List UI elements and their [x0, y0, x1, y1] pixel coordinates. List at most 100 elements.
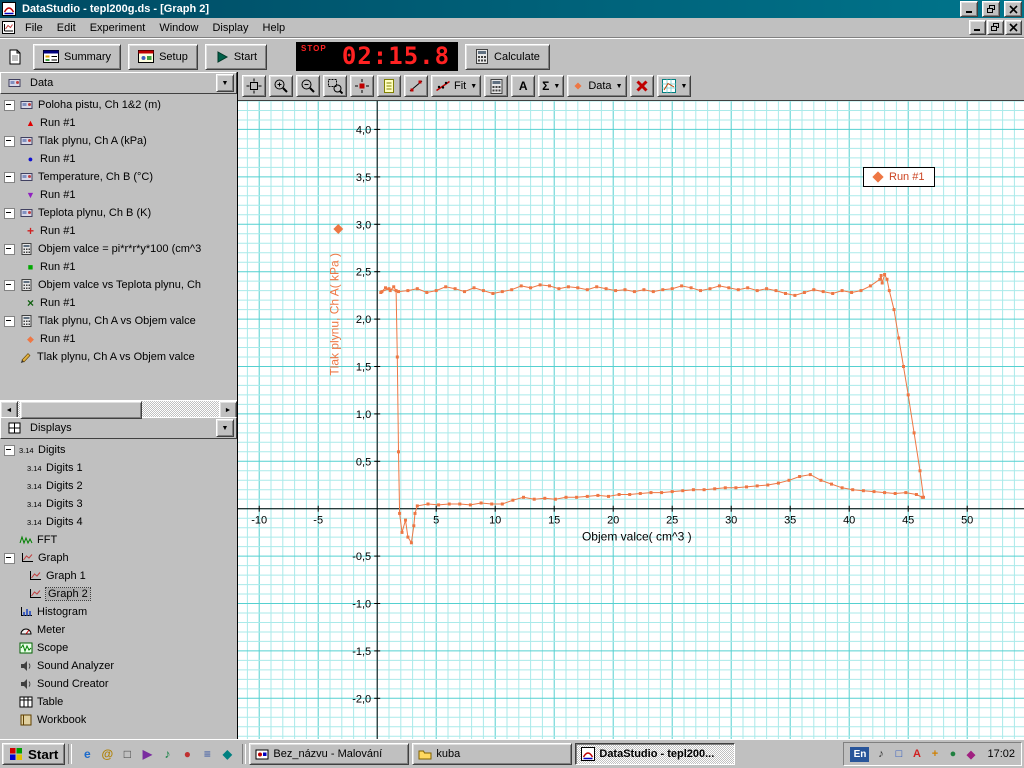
mail-icon[interactable]: @ [98, 745, 116, 763]
expand-collapse-box[interactable] [4, 552, 15, 564]
scrollbar-track[interactable] [18, 401, 219, 419]
display-type-item[interactable]: 3.14 Digits [0, 441, 237, 459]
expand-collapse-box[interactable] [4, 315, 15, 327]
menu-help[interactable]: Help [256, 20, 293, 36]
display-item[interactable]: 3.14 Digits 4 [0, 513, 237, 531]
display-type-item[interactable]: Graph [0, 549, 237, 567]
data-menu-button[interactable]: Data ▼ [567, 75, 627, 97]
zoom-out-button[interactable] [296, 75, 320, 97]
slope-tool-button[interactable] [404, 75, 428, 97]
note-tool-button[interactable] [377, 75, 401, 97]
scrollbar-thumb[interactable] [20, 401, 142, 419]
smart-tool-button[interactable] [350, 75, 374, 97]
minimize-button[interactable] [960, 1, 978, 17]
data-source-item[interactable]: Tlak plynu, Ch A vs Objem valce [0, 348, 237, 366]
display-item[interactable]: 3.14 Digits 1 [0, 459, 237, 477]
run-item[interactable]: + Run #1 [0, 222, 237, 240]
summary-button[interactable]: Summary [33, 43, 122, 70]
close-button[interactable] [1004, 1, 1022, 17]
data-panel-dropdown-button[interactable]: ▼ [216, 74, 234, 92]
data-source-item[interactable]: Tlak plynu, Ch A (kPa) [0, 132, 237, 150]
taskbar-clock[interactable]: 17:02 [982, 748, 1015, 760]
legend-run-label: Run #1 [889, 171, 925, 183]
task-datastudio[interactable]: DataStudio - tepl200... [575, 743, 736, 765]
expand-collapse-box[interactable] [4, 99, 15, 111]
fit-menu-button[interactable]: Fit ▼ [431, 75, 482, 97]
legend[interactable]: Run #1 [863, 167, 936, 187]
tools-icon[interactable]: ◆ [218, 745, 236, 763]
svg-text:3,5: 3,5 [356, 172, 371, 184]
display-type-item[interactable]: Workbook [0, 711, 237, 729]
expand-collapse-box[interactable] [4, 171, 15, 183]
display-item[interactable]: 3.14 Digits 3 [0, 495, 237, 513]
network-icon[interactable]: ● [945, 747, 960, 762]
zoom-select-button[interactable] [323, 75, 347, 97]
zoom-in-button[interactable] [269, 75, 293, 97]
task-paint[interactable]: Bez_názvu - Malování [249, 743, 410, 765]
restore-button[interactable] [982, 1, 1000, 17]
run-item[interactable]: ▼ Run #1 [0, 186, 237, 204]
delete-button[interactable] [629, 75, 654, 97]
menu-edit[interactable]: Edit [50, 20, 83, 36]
task-folder-kuba[interactable]: kuba [412, 743, 573, 765]
statistics-menu-button[interactable]: Σ ▼ [538, 75, 565, 97]
expand-collapse-box[interactable] [4, 279, 15, 291]
calculator-tool-button[interactable] [484, 75, 509, 97]
expand-collapse-box[interactable] [4, 243, 15, 255]
expand-collapse-box[interactable] [4, 207, 15, 219]
data-source-item[interactable]: Objem valce = pi*r*r*y*100 (cm^3 [0, 240, 237, 258]
internet-explorer-icon[interactable]: e [78, 745, 96, 763]
document-icon[interactable]: ≡ [198, 745, 216, 763]
scale-to-fit-button[interactable] [242, 75, 266, 97]
data-source-item[interactable]: Tlak plynu, Ch A vs Objem valce [0, 312, 237, 330]
setup-button[interactable]: Setup [128, 43, 198, 70]
menu-file[interactable]: File [18, 20, 50, 36]
display-item[interactable]: 3.14 Digits 2 [0, 477, 237, 495]
display-type-item[interactable]: Sound Creator [0, 675, 237, 693]
mdi-minimize-button[interactable] [969, 20, 986, 35]
display-icon[interactable]: □ [891, 747, 906, 762]
data-source-item[interactable]: Objem valce vs Teplota plynu, Ch [0, 276, 237, 294]
show-desktop-icon[interactable]: □ [118, 745, 136, 763]
graph-settings-button[interactable]: ▼ [656, 75, 692, 97]
start-menu-button[interactable]: Start [2, 743, 66, 765]
browser-icon[interactable]: ● [178, 745, 196, 763]
menu-window[interactable]: Window [152, 20, 205, 36]
mdi-restore-button[interactable] [987, 20, 1004, 35]
display-type-item[interactable]: Scope [0, 639, 237, 657]
run-item[interactable]: ■ Run #1 [0, 258, 237, 276]
scheduler-icon[interactable]: + [927, 747, 942, 762]
calculate-button[interactable]: Calculate [465, 43, 550, 70]
keyboard-language-indicator[interactable]: En [850, 746, 870, 762]
display-item[interactable]: Graph 2 [0, 585, 237, 603]
displays-panel-dropdown-button[interactable]: ▼ [216, 419, 234, 437]
display-type-item[interactable]: Histogram [0, 603, 237, 621]
data-source-item[interactable]: Poloha pistu, Ch 1&2 (m) [0, 96, 237, 114]
display-type-item[interactable]: Table [0, 693, 237, 711]
run-item[interactable]: × Run #1 [0, 294, 237, 312]
display-type-item[interactable]: Sound Analyzer [0, 657, 237, 675]
graph-plot-area[interactable]: -10 -5 5 10 15 20 25 30 35 40 45 50 -2,0 -1,5 -1,0 -0,5… [238, 101, 1024, 740]
antivirus-icon[interactable]: A [909, 747, 924, 762]
expand-collapse-box[interactable] [4, 444, 15, 456]
chart-canvas[interactable]: -10 -5 5 10 15 20 25 30 35 40 45 50 -2,0 -1,5 -1,0 -0,5… [238, 101, 1024, 740]
run-item[interactable]: ● Run #1 [0, 150, 237, 168]
display-item[interactable]: Graph 1 [0, 567, 237, 585]
volume-icon[interactable]: ♪ [873, 747, 888, 762]
mdi-close-button[interactable] [1005, 20, 1022, 35]
data-source-item[interactable]: Temperature, Ch B (°C) [0, 168, 237, 186]
start-button[interactable]: Start [204, 43, 268, 70]
run-item[interactable]: ◆ Run #1 [0, 330, 237, 348]
expand-collapse-box[interactable] [4, 135, 15, 147]
menu-experiment[interactable]: Experiment [83, 20, 153, 36]
update-icon[interactable]: ◆ [963, 747, 978, 762]
display-type-item[interactable]: FFT [0, 531, 237, 549]
media-player-icon[interactable]: ▶ [138, 745, 156, 763]
sound-recorder-icon[interactable]: ♪ [158, 745, 176, 763]
run-item[interactable]: ▲ Run #1 [0, 114, 237, 132]
experiment-file-icon[interactable] [4, 45, 26, 69]
menu-display[interactable]: Display [205, 20, 255, 36]
display-type-item[interactable]: Meter [0, 621, 237, 639]
data-source-item[interactable]: Teplota plynu, Ch B (K) [0, 204, 237, 222]
text-annotation-button[interactable]: A [511, 75, 536, 97]
